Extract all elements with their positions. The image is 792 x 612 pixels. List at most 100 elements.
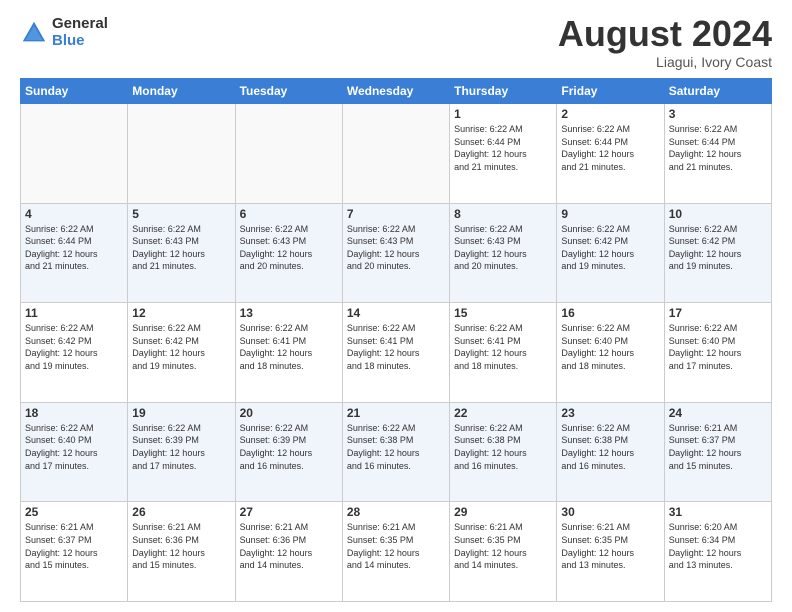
col-monday: Monday [128, 79, 235, 104]
table-row: 6Sunrise: 6:22 AM Sunset: 6:43 PM Daylig… [235, 203, 342, 303]
day-number: 17 [669, 306, 767, 320]
col-sunday: Sunday [21, 79, 128, 104]
table-row: 18 Sunrise: 6:22 AM Sunset: 6:40 PM Dayli… [21, 402, 128, 502]
title-location: Liagui, Ivory Coast [558, 54, 772, 70]
day-info: Sunrise: 6:22 AM Sunset: 6:42 PM Dayligh… [25, 322, 123, 372]
day-number: 18 [25, 406, 123, 420]
calendar-row: 18 Sunrise: 6:22 AM Sunset: 6:40 PM Dayli… [21, 402, 772, 502]
day-info: Sunrise: 6:21 AM Sunset: 6:36 PM Dayligh… [240, 521, 338, 571]
day-number: 1 [454, 107, 552, 121]
logo-icon [20, 19, 48, 47]
day-number: 5 [132, 207, 230, 221]
day-info: Sunrise: 6:22 AM Sunset: 6:41 PM Dayligh… [347, 322, 445, 372]
day-number: 26 [132, 505, 230, 519]
logo: General Blue [20, 16, 108, 49]
col-wednesday: Wednesday [342, 79, 449, 104]
calendar-header-row: Sunday Monday Tuesday Wednesday Thursday… [21, 79, 772, 104]
day-info: Sunrise: 6:22 AM Sunset: 6:43 PM Dayligh… [132, 223, 230, 273]
header: General Blue August 2024 Liagui, Ivory C… [20, 16, 772, 70]
table-row: 20Sunrise: 6:22 AM Sunset: 6:39 PM Dayli… [235, 402, 342, 502]
table-row: 27 Sunrise: 6:21 AM Sunset: 6:36 PM Dayli… [235, 502, 342, 602]
day-info: Sunrise: 6:22 AM Sunset: 6:44 PM Dayligh… [454, 123, 552, 173]
table-row: 24 Sunrise: 6:21 AM Sunset: 6:37 PM Dayli… [664, 402, 771, 502]
day-number: 31 [669, 505, 767, 519]
logo-text: General Blue [52, 16, 108, 49]
table-row: 29 Sunrise: 6:21 AM Sunset: 6:35 PM Dayli… [450, 502, 557, 602]
table-row: 19 Sunrise: 6:22 AM Sunset: 6:39 PM Dayli… [128, 402, 235, 502]
day-info: Sunrise: 6:22 AM Sunset: 6:41 PM Dayligh… [454, 322, 552, 372]
day-number: 14 [347, 306, 445, 320]
day-number: 21 [347, 406, 445, 420]
day-number: 4 [25, 207, 123, 221]
day-info: Sunrise: 6:22 AM Sunset: 6:39 PM Dayligh… [240, 422, 338, 472]
day-info: Sunrise: 6:22 AM Sunset: 6:40 PM Dayligh… [561, 322, 659, 372]
calendar-row: 4Sunrise: 6:22 AM Sunset: 6:44 PM Daylig… [21, 203, 772, 303]
day-number: 3 [669, 107, 767, 121]
calendar-row: 25 Sunrise: 6:21 AM Sunset: 6:37 PM Dayli… [21, 502, 772, 602]
day-info: Sunrise: 6:22 AM Sunset: 6:41 PM Dayligh… [240, 322, 338, 372]
table-row: 21Sunrise: 6:22 AM Sunset: 6:38 PM Dayli… [342, 402, 449, 502]
table-row [235, 104, 342, 204]
day-info: Sunrise: 6:21 AM Sunset: 6:35 PM Dayligh… [347, 521, 445, 571]
day-number: 25 [25, 505, 123, 519]
table-row: 13 Sunrise: 6:22 AM Sunset: 6:41 PM Dayli… [235, 303, 342, 403]
day-info: Sunrise: 6:21 AM Sunset: 6:36 PM Dayligh… [132, 521, 230, 571]
day-info: Sunrise: 6:22 AM Sunset: 6:43 PM Dayligh… [240, 223, 338, 273]
day-number: 29 [454, 505, 552, 519]
day-number: 19 [132, 406, 230, 420]
day-info: Sunrise: 6:21 AM Sunset: 6:37 PM Dayligh… [25, 521, 123, 571]
day-info: Sunrise: 6:21 AM Sunset: 6:37 PM Dayligh… [669, 422, 767, 472]
day-info: Sunrise: 6:22 AM Sunset: 6:40 PM Dayligh… [669, 322, 767, 372]
day-number: 23 [561, 406, 659, 420]
table-row: 14 Sunrise: 6:22 AM Sunset: 6:41 PM Dayli… [342, 303, 449, 403]
table-row [128, 104, 235, 204]
day-info: Sunrise: 6:22 AM Sunset: 6:38 PM Dayligh… [454, 422, 552, 472]
day-number: 7 [347, 207, 445, 221]
table-row: 7Sunrise: 6:22 AM Sunset: 6:43 PM Daylig… [342, 203, 449, 303]
table-row: 4Sunrise: 6:22 AM Sunset: 6:44 PM Daylig… [21, 203, 128, 303]
day-number: 13 [240, 306, 338, 320]
table-row: 28 Sunrise: 6:21 AM Sunset: 6:35 PM Dayli… [342, 502, 449, 602]
table-row: 22Sunrise: 6:22 AM Sunset: 6:38 PM Dayli… [450, 402, 557, 502]
table-row: 17 Sunrise: 6:22 AM Sunset: 6:40 PM Dayli… [664, 303, 771, 403]
day-number: 24 [669, 406, 767, 420]
day-info: Sunrise: 6:22 AM Sunset: 6:42 PM Dayligh… [669, 223, 767, 273]
day-number: 30 [561, 505, 659, 519]
col-tuesday: Tuesday [235, 79, 342, 104]
day-info: Sunrise: 6:21 AM Sunset: 6:35 PM Dayligh… [561, 521, 659, 571]
table-row: 2Sunrise: 6:22 AM Sunset: 6:44 PM Daylig… [557, 104, 664, 204]
day-info: Sunrise: 6:22 AM Sunset: 6:39 PM Dayligh… [132, 422, 230, 472]
day-number: 9 [561, 207, 659, 221]
day-number: 27 [240, 505, 338, 519]
table-row: 12 Sunrise: 6:22 AM Sunset: 6:42 PM Dayli… [128, 303, 235, 403]
day-info: Sunrise: 6:20 AM Sunset: 6:34 PM Dayligh… [669, 521, 767, 571]
day-number: 11 [25, 306, 123, 320]
day-info: Sunrise: 6:22 AM Sunset: 6:44 PM Dayligh… [669, 123, 767, 173]
table-row: 9Sunrise: 6:22 AM Sunset: 6:42 PM Daylig… [557, 203, 664, 303]
day-info: Sunrise: 6:21 AM Sunset: 6:35 PM Dayligh… [454, 521, 552, 571]
table-row: 3 Sunrise: 6:22 AM Sunset: 6:44 PM Daylig… [664, 104, 771, 204]
table-row: 25 Sunrise: 6:21 AM Sunset: 6:37 PM Dayli… [21, 502, 128, 602]
logo-general-text: General [52, 16, 108, 33]
page: General Blue August 2024 Liagui, Ivory C… [0, 0, 792, 612]
table-row: 10 Sunrise: 6:22 AM Sunset: 6:42 PM Dayli… [664, 203, 771, 303]
day-info: Sunrise: 6:22 AM Sunset: 6:42 PM Dayligh… [132, 322, 230, 372]
calendar-row: 11 Sunrise: 6:22 AM Sunset: 6:42 PM Dayli… [21, 303, 772, 403]
calendar-row: 1 Sunrise: 6:22 AM Sunset: 6:44 PM Daylig… [21, 104, 772, 204]
calendar-table: Sunday Monday Tuesday Wednesday Thursday… [20, 78, 772, 602]
day-number: 12 [132, 306, 230, 320]
day-number: 16 [561, 306, 659, 320]
day-number: 28 [347, 505, 445, 519]
table-row: 16 Sunrise: 6:22 AM Sunset: 6:40 PM Dayli… [557, 303, 664, 403]
table-row: 11 Sunrise: 6:22 AM Sunset: 6:42 PM Dayli… [21, 303, 128, 403]
day-info: Sunrise: 6:22 AM Sunset: 6:40 PM Dayligh… [25, 422, 123, 472]
col-saturday: Saturday [664, 79, 771, 104]
title-month: August 2024 [558, 16, 772, 52]
day-number: 10 [669, 207, 767, 221]
table-row: 5 Sunrise: 6:22 AM Sunset: 6:43 PM Daylig… [128, 203, 235, 303]
logo-blue-text: Blue [52, 33, 108, 50]
day-number: 8 [454, 207, 552, 221]
day-info: Sunrise: 6:22 AM Sunset: 6:44 PM Dayligh… [561, 123, 659, 173]
table-row [342, 104, 449, 204]
col-friday: Friday [557, 79, 664, 104]
